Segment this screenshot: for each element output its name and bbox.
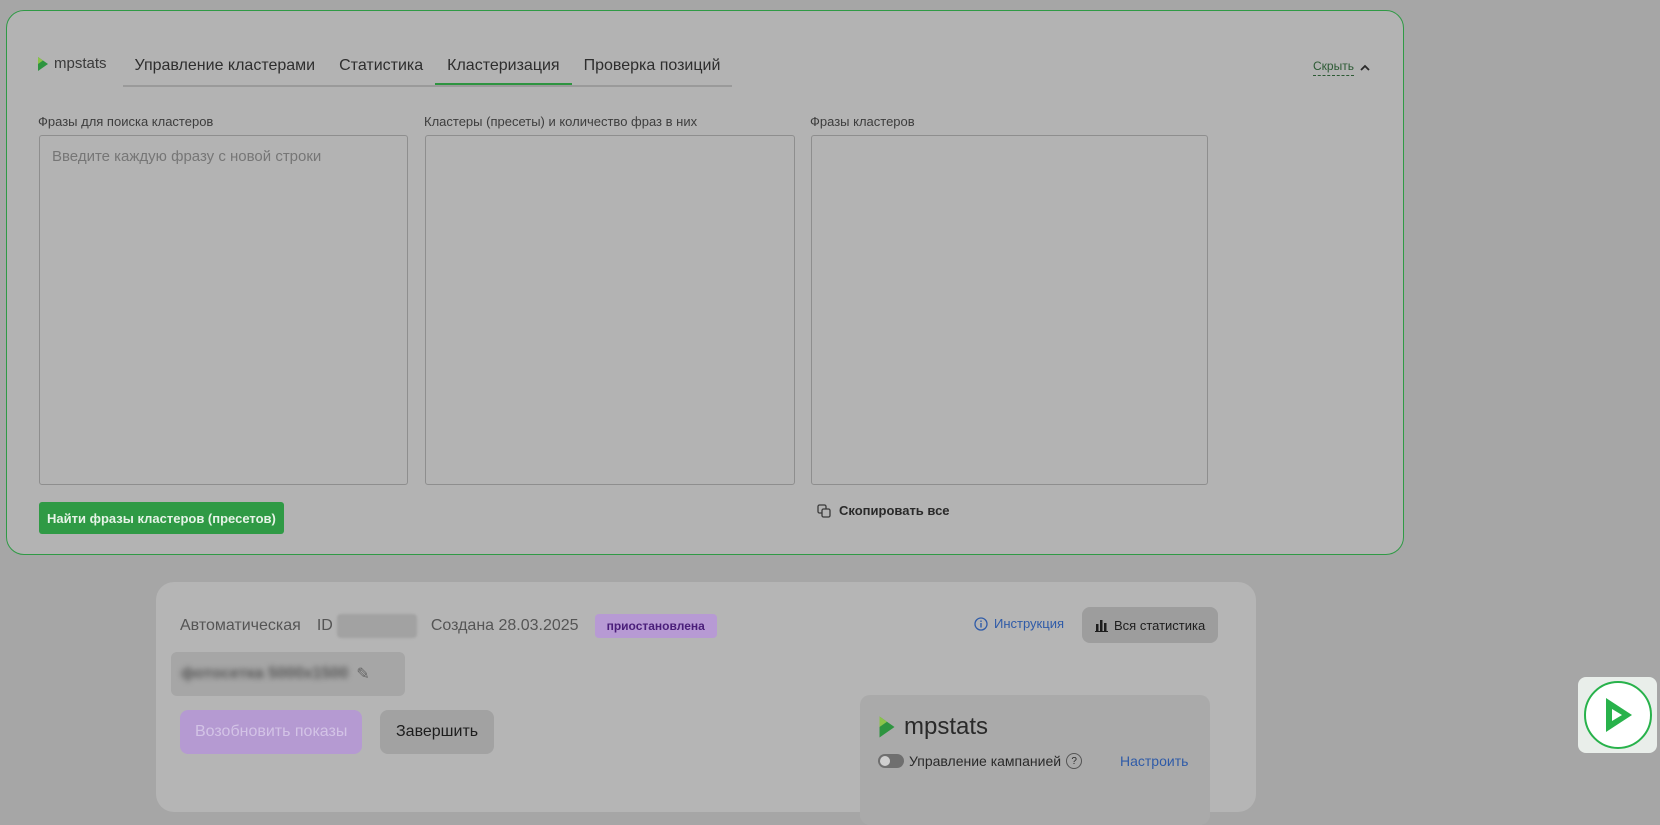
hide-toggle[interactable]: Скрыть (1313, 59, 1370, 76)
phrases-label: Фразы для поиска кластеров (38, 114, 214, 129)
edit-icon[interactable]: ✎ (356, 664, 369, 684)
campaign-name[interactable]: фотосетка 5000x1500 ✎ (171, 652, 405, 696)
tab-position-check[interactable]: Проверка позиций (572, 45, 733, 85)
status-badge: приостановлена (594, 614, 717, 638)
clusters-list[interactable] (425, 135, 795, 485)
tab-statistics[interactable]: Статистика (327, 45, 435, 85)
campaign-control-row: Управление кампанией ? (878, 753, 1083, 769)
instruction-link[interactable]: Инструкция (974, 616, 1064, 631)
mpstats-logo-icon (38, 56, 48, 71)
cluster-phrases-label: Фразы кластеров (810, 114, 915, 129)
tab-cluster-management[interactable]: Управление кластерами (123, 45, 328, 85)
campaign-control-label: Управление кампанией (909, 753, 1062, 769)
mpstats-play-icon (1583, 681, 1652, 749)
mpstats-control-panel: mpstats Управление кампанией ? Настроить (860, 695, 1210, 825)
copy-icon (817, 503, 831, 518)
hide-label[interactable]: Скрыть (1313, 59, 1354, 76)
top-nav: mpstats Управление кластерами Статистика… (37, 45, 733, 87)
instruction-label: Инструкция (994, 616, 1064, 631)
campaign-control-toggle[interactable] (878, 754, 904, 768)
configure-link[interactable]: Настроить (1120, 753, 1188, 769)
all-statistics-label: Вся статистика (1114, 617, 1206, 633)
help-icon[interactable]: ? (1066, 753, 1083, 769)
tabs: Управление кластерами Статистика Кластер… (122, 45, 733, 87)
campaign-name-text: фотосетка 5000x1500 (181, 665, 349, 682)
logo-text: mpstats (54, 55, 107, 72)
finish-button[interactable]: Завершить (380, 710, 495, 754)
campaign-card: Автоматическая ID Создана 28.03.2025 при… (156, 582, 1256, 825)
tab-clusterization[interactable]: Кластеризация (435, 45, 572, 85)
cluster-phrases-list[interactable] (811, 135, 1208, 485)
campaign-created: Создана 28.03.2025 (430, 617, 579, 634)
campaign-meta: Автоматическая ID Создана 28.03.2025 при… (180, 614, 717, 638)
mpstats-logo: mpstats (37, 55, 107, 72)
resume-button[interactable]: Возобновить показы (180, 710, 363, 754)
bar-chart-icon (1095, 619, 1108, 632)
chevron-up-icon (1360, 64, 1370, 71)
clustering-panel: mpstats Управление кластерами Статистика… (6, 10, 1404, 555)
campaign-id-value (336, 614, 417, 638)
all-statistics-button[interactable]: Вся статистика (1082, 607, 1219, 643)
copy-all-button[interactable]: Скопировать все (817, 503, 950, 518)
campaign-id-label: ID (316, 617, 333, 634)
phrases-input[interactable] (40, 136, 407, 484)
mpstats-logo-icon (879, 716, 895, 738)
find-cluster-phrases-button[interactable]: Найти фразы кластеров (пресетов) (39, 502, 284, 534)
copy-all-label: Скопировать все (839, 503, 950, 518)
phrases-box (39, 135, 408, 485)
mpstats-big-logo: mpstats (878, 713, 988, 741)
info-icon (974, 616, 988, 631)
campaign-type: Автоматическая (180, 617, 301, 634)
mpstats-floating-button[interactable] (1578, 677, 1657, 753)
mpstats-logo-text: mpstats (904, 713, 989, 740)
clusters-label: Кластеры (пресеты) и количество фраз в н… (424, 114, 698, 129)
